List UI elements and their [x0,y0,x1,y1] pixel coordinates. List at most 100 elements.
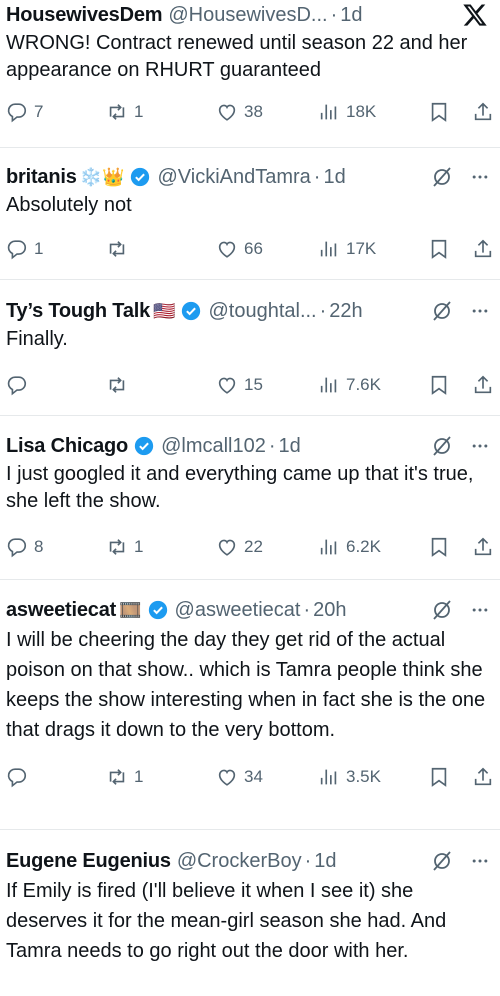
repost-button[interactable] [106,365,134,405]
author-handle[interactable]: @asweetiecat [175,599,301,622]
repost-icon [109,241,125,257]
reply-text: Finally. [6,328,68,350]
bookmark-button[interactable] [428,229,450,269]
like-button[interactable]: 38 [216,92,263,132]
author-name[interactable]: britanis [6,166,77,189]
timestamp[interactable]: 1d [323,166,345,189]
reply-header: Eugene Eugenius @CrockerBoy · 1d [6,846,494,876]
bookmark-button[interactable] [428,92,450,132]
reply-text: I just googled it and everything came up… [6,463,474,512]
like-icon [218,769,236,786]
share-button[interactable] [472,365,494,405]
like-button[interactable]: 34 [216,757,263,797]
reply-card[interactable]: asweetiecat 🎞️ @asweetiecat · 20h I will… [0,580,500,830]
separator-dot: · [303,598,311,621]
views-button[interactable]: 3.5K [318,757,381,797]
repost-button[interactable] [106,229,134,269]
more-icon[interactable] [470,851,490,871]
repost-button[interactable]: 1 [106,527,143,567]
repost-count: 1 [134,537,144,556]
reply-icon [7,538,27,558]
more-icon[interactable] [470,167,490,187]
reply-button[interactable] [6,757,34,797]
views-button[interactable]: 6.2K [318,527,381,567]
repost-button[interactable]: 1 [106,92,143,132]
reply-button[interactable]: 1 [6,229,43,269]
action-bar: 15 7.6K [6,365,494,405]
like-button[interactable]: 22 [216,527,263,567]
views-icon [320,769,337,785]
like-button[interactable]: 66 [216,229,263,269]
reply-card[interactable]: britanis ❄️👑 @VickiAndTamra · 1d Absolut… [0,148,500,280]
share-button[interactable] [472,757,494,797]
more-icon[interactable] [470,600,490,620]
reply-card[interactable]: HousewivesDem @HousewivesD... · 1d WRONG… [0,0,500,148]
bookmark-icon [431,102,447,122]
repost-icon [109,539,125,555]
repost-icon [109,377,125,393]
views-icon [320,377,337,393]
bookmark-button[interactable] [428,757,450,797]
share-button[interactable] [472,229,494,269]
views-icon [320,539,337,555]
share-button[interactable] [472,527,494,567]
reply-text: Absolutely not [6,194,132,216]
share-icon [474,537,492,556]
reply-card[interactable]: Lisa Chicago @lmcall102 · 1d I just goog… [0,416,500,580]
timestamp[interactable]: 1d [314,850,336,873]
grok-icon[interactable] [430,434,454,458]
verified-badge-icon [182,301,201,321]
author-name[interactable]: Lisa Chicago [6,435,128,458]
views-button[interactable]: 17K [318,229,376,269]
bookmark-icon [431,537,447,557]
grok-icon[interactable] [430,165,454,189]
reply-button[interactable]: 7 [6,92,43,132]
bookmark-icon [431,767,447,787]
timestamp[interactable]: 22h [329,300,362,323]
views-icon [320,241,337,257]
grok-icon[interactable] [430,299,454,323]
separator-dot: · [319,299,327,322]
grok-icon[interactable] [430,598,454,622]
author-name[interactable]: HousewivesDem [6,4,163,27]
author-handle[interactable]: @lmcall102 [161,435,266,458]
reply-button[interactable]: 8 [6,527,43,567]
author-name[interactable]: Ty’s Tough Talk [6,300,150,323]
author-name[interactable]: Eugene Eugenius [6,850,171,873]
action-bar: 7 1 38 18K [6,92,494,132]
timestamp[interactable]: 1d [340,4,362,27]
bookmark-button[interactable] [428,527,450,567]
views-count: 3.5K [346,767,381,786]
share-icon [474,102,492,121]
reply-header: asweetiecat 🎞️ @asweetiecat · 20h [6,595,494,625]
views-count: 17K [346,239,377,258]
more-icon[interactable] [470,301,490,321]
bookmark-button[interactable] [428,365,450,405]
like-count: 66 [244,239,263,258]
author-name[interactable]: asweetiecat [6,599,116,622]
share-button[interactable] [472,92,494,132]
reply-button[interactable] [6,365,34,405]
reply-card[interactable]: Ty’s Tough Talk 🇺🇸 @toughtal... · 22h Fi… [0,280,500,416]
reply-count: 8 [34,537,44,556]
reply-count: 1 [34,239,44,258]
author-handle[interactable]: @VickiAndTamra [157,166,310,189]
like-button[interactable]: 15 [216,365,263,405]
repost-button[interactable]: 1 [106,757,143,797]
separator-dot: · [268,434,276,457]
reply-header: britanis ❄️👑 @VickiAndTamra · 1d [6,162,494,192]
grok-icon[interactable] [430,849,454,873]
x-logo-icon [463,4,487,26]
more-icon[interactable] [470,436,490,456]
reply-header: Lisa Chicago @lmcall102 · 1d [6,431,494,461]
author-handle[interactable]: @HousewivesD... [168,4,327,27]
reply-icon [7,240,27,260]
views-button[interactable]: 7.6K [318,365,381,405]
timestamp[interactable]: 1d [279,435,301,458]
timestamp[interactable]: 20h [313,599,346,622]
author-handle[interactable]: @toughtal... [208,300,316,323]
author-handle[interactable]: @CrockerBoy [177,850,302,873]
views-button[interactable]: 18K [318,92,376,132]
views-count: 7.6K [346,375,381,394]
reply-card[interactable]: Eugene Eugenius @CrockerBoy · 1d If Emil… [0,830,500,996]
